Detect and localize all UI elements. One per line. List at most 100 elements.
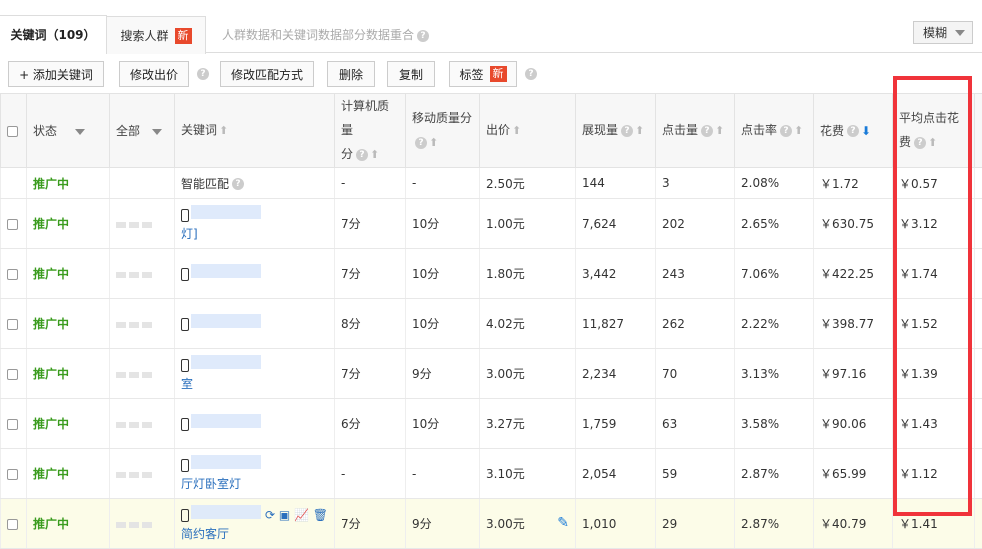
ctr-cell: 2.87% xyxy=(735,499,814,549)
edit-match-button[interactable]: 修改匹配方式 xyxy=(220,61,314,87)
all-cell xyxy=(110,299,175,349)
col-mobile-quality[interactable]: 移动质量分?⬆ xyxy=(406,94,480,168)
col-cost[interactable]: 花费?⬇ xyxy=(814,94,893,168)
col-pc-quality-label-2: 分 xyxy=(341,147,353,161)
keyword-cell[interactable] xyxy=(175,249,335,299)
cost-cell: ￥1.72 xyxy=(814,168,893,199)
mobile-icon xyxy=(181,509,189,522)
impressions-cell: 2,054 xyxy=(576,449,656,499)
keyword-text[interactable]: 室 xyxy=(181,375,328,393)
bid-cell[interactable]: 2.50元 xyxy=(480,168,576,199)
row-checkbox[interactable] xyxy=(7,369,18,380)
keyword-text[interactable]: 简约客厅 xyxy=(181,525,328,543)
col-keyword[interactable]: 关键词⬆ xyxy=(175,94,335,168)
row-checkbox[interactable] xyxy=(7,519,18,530)
help-icon[interactable]: ? xyxy=(780,125,792,137)
sort-up-icon[interactable]: ⬆ xyxy=(429,136,438,149)
sort-up-icon[interactable]: ⬆ xyxy=(370,148,379,161)
col-bid-label: 出价 xyxy=(486,123,510,137)
col-all[interactable]: 全部 xyxy=(110,94,175,168)
edit-bid-button[interactable]: 修改出价 xyxy=(119,61,189,87)
status-text: 推广中 xyxy=(27,399,110,449)
tab-crowd-label: 搜索人群 xyxy=(120,27,168,44)
tab-search-crowd[interactable]: 搜索人群新 xyxy=(106,16,206,54)
keyword-cell[interactable] xyxy=(175,299,335,349)
delete-button[interactable]: 删除 xyxy=(327,61,375,87)
row-check-cell xyxy=(1,199,27,249)
keyword-cell[interactable]: ⟳ ▣ 📈 🗑 简约客厅 xyxy=(175,499,335,549)
chevron-down-icon[interactable] xyxy=(152,129,162,135)
sort-up-icon[interactable]: ⬆ xyxy=(219,124,228,137)
help-icon[interactable]: ? xyxy=(356,149,368,161)
tag-button[interactable]: 标签新 xyxy=(449,61,517,87)
clicks-cell: 202 xyxy=(656,199,735,249)
bid-cell[interactable]: 3.10元 xyxy=(480,449,576,499)
col-clicks[interactable]: 点击量?⬆ xyxy=(656,94,735,168)
blur-block xyxy=(142,272,152,278)
keyword-text[interactable]: 灯] xyxy=(181,225,328,243)
bid-cell[interactable]: 3.27元 xyxy=(480,399,576,449)
row-checkbox[interactable] xyxy=(7,269,18,280)
match-type-select[interactable]: 模糊 xyxy=(913,21,973,44)
row-checkbox[interactable] xyxy=(7,319,18,330)
impressions-cell: 2,234 xyxy=(576,349,656,399)
col-ctr[interactable]: 点击率?⬆ xyxy=(735,94,814,168)
impressions-cell: 7,624 xyxy=(576,199,656,249)
bid-cell[interactable]: 1.80元 xyxy=(480,249,576,299)
bid-cell[interactable]: 3.00元 xyxy=(480,349,576,399)
sort-up-icon[interactable]: ⬆ xyxy=(512,124,521,137)
ctr-cell: 2.65% xyxy=(735,199,814,249)
blurred-keyword xyxy=(191,505,261,519)
sort-down-icon[interactable]: ⬇ xyxy=(861,124,871,138)
impressions-cell: 1,010 xyxy=(576,499,656,549)
blur-block xyxy=(116,422,126,428)
ctr-cell: 3.13% xyxy=(735,349,814,399)
mobile-quality-cell: 10分 xyxy=(406,299,480,349)
keyword-cell: 智能匹配? xyxy=(175,168,335,199)
select-all-checkbox[interactable] xyxy=(7,126,18,137)
status-text: 推广中 xyxy=(27,499,110,549)
col-impressions[interactable]: 展现量?⬆ xyxy=(576,94,656,168)
help-icon[interactable]: ? xyxy=(701,125,713,137)
col-bid[interactable]: 出价⬆ xyxy=(480,94,576,168)
col-pc-quality[interactable]: 计算机质量分?⬆ xyxy=(335,94,406,168)
bid-value: 3.27元 xyxy=(486,417,525,431)
help-icon[interactable]: ? xyxy=(525,68,537,80)
sort-up-icon[interactable]: ⬆ xyxy=(794,124,803,137)
clicks-cell: 243 xyxy=(656,249,735,299)
row-action-icons[interactable]: ⟳ ▣ 📈 🗑 xyxy=(265,508,328,522)
sort-up-icon[interactable]: ⬆ xyxy=(715,124,724,137)
col-status[interactable]: 状态 xyxy=(27,94,110,168)
blur-block xyxy=(129,372,139,378)
edit-pencil-icon[interactable]: ✎ xyxy=(557,515,569,531)
copy-button[interactable]: 复制 xyxy=(387,61,435,87)
row-checkbox[interactable] xyxy=(7,419,18,430)
keyword-text[interactable]: 厅灯卧室灯 xyxy=(181,475,328,493)
bid-cell[interactable]: 4.02元 xyxy=(480,299,576,349)
col-ctr-label: 点击率 xyxy=(741,123,777,137)
keyword-cell[interactable]: 厅灯卧室灯 xyxy=(175,449,335,499)
help-icon[interactable]: ? xyxy=(621,125,633,137)
row-checkbox[interactable] xyxy=(7,469,18,480)
row-checkbox[interactable] xyxy=(7,219,18,230)
add-keyword-button[interactable]: + 添加关键词 xyxy=(8,61,104,87)
blur-block xyxy=(116,272,126,278)
help-icon[interactable]: ? xyxy=(197,68,209,80)
keyword-cell[interactable]: 室 xyxy=(175,349,335,399)
help-icon[interactable]: ? xyxy=(415,137,427,149)
chevron-down-icon xyxy=(955,30,965,36)
blurred-keyword xyxy=(191,455,261,469)
help-icon[interactable]: ? xyxy=(417,30,429,42)
sort-up-icon[interactable]: ⬆ xyxy=(635,124,644,137)
help-icon[interactable]: ? xyxy=(847,125,859,137)
ctr-cell: 2.22% xyxy=(735,299,814,349)
keyword-cell[interactable] xyxy=(175,399,335,449)
bid-cell[interactable]: 1.00元 xyxy=(480,199,576,249)
chevron-down-icon[interactable] xyxy=(75,129,85,135)
tab-keywords[interactable]: 关键词（109） xyxy=(0,15,107,53)
help-icon[interactable]: ? xyxy=(232,178,244,190)
cost-cell: ￥422.25 xyxy=(814,249,893,299)
table-row: 推广中⟳ ▣ 📈 🗑简约客厅7分9分3.00元✎1,010292.87%￥40.… xyxy=(1,499,982,549)
bid-cell[interactable]: 3.00元✎ xyxy=(480,499,576,549)
keyword-cell[interactable]: 灯] xyxy=(175,199,335,249)
